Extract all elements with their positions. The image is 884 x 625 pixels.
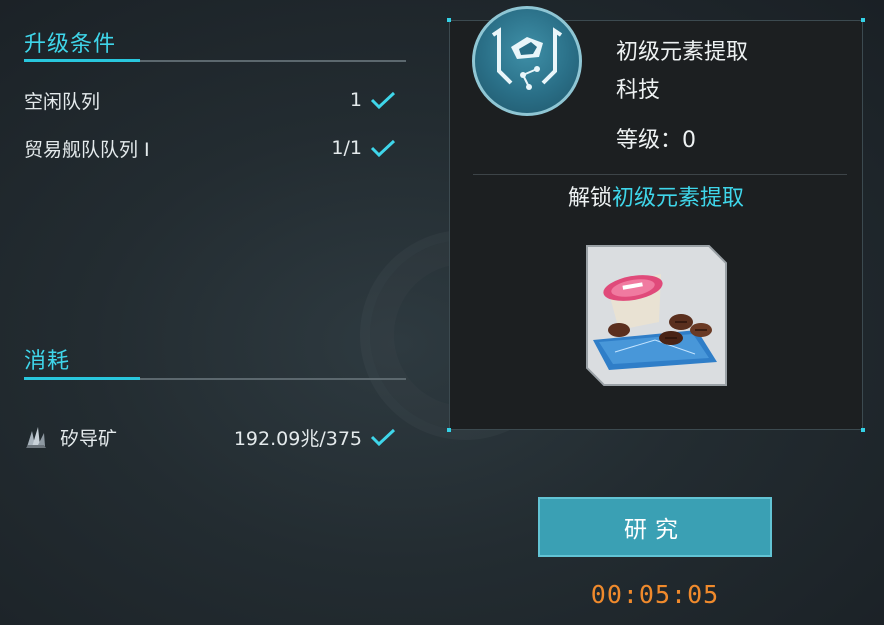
unlock-highlight: 初级元素提取 (612, 186, 745, 211)
requirement-row-trade-fleet: 贸易舰队队列 I 1/1 (24, 133, 396, 163)
panel-divider (473, 174, 847, 175)
research-button[interactable]: 研究 (538, 497, 772, 557)
requirement-name: 空闲队列 (24, 90, 101, 113)
check-icon (370, 139, 396, 157)
requirement-value: 1/1 (331, 137, 362, 159)
research-timer: 00:05:05 (590, 580, 720, 609)
check-icon (370, 91, 396, 109)
check-icon (370, 428, 396, 446)
tech-name-line1: 初级元素提取 (616, 40, 749, 65)
unlocked-item-card[interactable] (585, 244, 728, 387)
consumption-row-ore: 矽导矿 192.09兆/375 (24, 422, 396, 452)
requirement-name: 贸易舰队队列 I (24, 138, 150, 161)
crystal-ore-icon (26, 427, 46, 448)
panel-corner-marker (447, 18, 451, 22)
consumption-divider (24, 377, 406, 380)
requirements-title: 升级条件 (24, 32, 117, 57)
tech-level: 等级：0 (616, 128, 696, 153)
tech-name: 初级元素提取 科技 (616, 34, 806, 110)
consumption-name: 矽导矿 (60, 427, 118, 450)
consumption-title: 消耗 (24, 349, 71, 374)
panel-corner-marker (447, 428, 451, 432)
element-extraction-icon (472, 6, 582, 116)
requirements-divider (24, 59, 406, 62)
panel-corner-marker (861, 428, 865, 432)
requirement-row-idle-queue: 空闲队列 1 (24, 85, 396, 115)
coffee-capsule-item-icon (586, 245, 727, 386)
unlock-prefix: 解锁 (567, 186, 612, 211)
requirement-value: 1 (349, 89, 362, 111)
consumption-value: 192.09兆/375 (233, 427, 362, 450)
panel-corner-marker (861, 18, 865, 22)
tech-name-line2: 科技 (616, 78, 661, 103)
unlock-text: 解锁初级元素提取 (449, 180, 863, 212)
